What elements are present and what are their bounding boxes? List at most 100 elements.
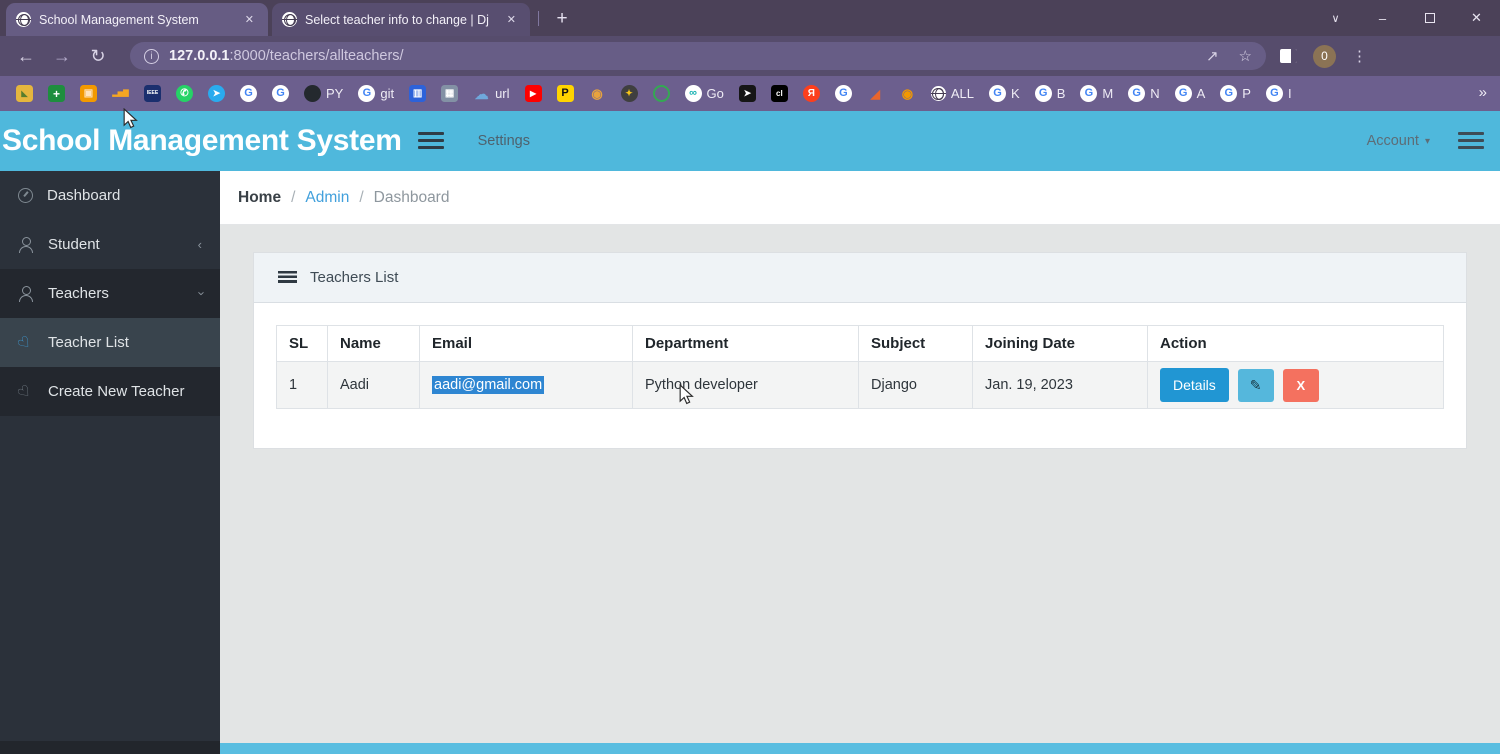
tab-school-management[interactable]: School Management System ✕ (6, 3, 268, 36)
bookmark-green-plus[interactable]: + (48, 85, 65, 102)
create-teacher-icon: ♡ (15, 381, 37, 403)
tab-title: Select teacher info to change | Dj (305, 13, 495, 27)
bookmark-youtube[interactable]: ▶ (525, 85, 542, 102)
table-header-row: SL Name Email Department Subject Joining… (277, 326, 1444, 362)
sidebar-item-label: Student (48, 236, 100, 253)
bookmark-google-3[interactable]: G (835, 85, 852, 102)
app-header: School Management System Settings Accoun… (0, 111, 1500, 171)
bookmark-ieee[interactable]: IEEE (144, 85, 161, 102)
bookmark-google-1[interactable]: G (240, 85, 257, 102)
bookmarks-overflow-icon[interactable]: » (1479, 84, 1487, 101)
bookmark-google-a[interactable]: GA (1175, 85, 1206, 102)
bookmark-google-m[interactable]: GM (1080, 85, 1113, 102)
table-row: 1 Aadi aadi@gmail.com Python developer D… (277, 362, 1444, 409)
site-info-icon[interactable]: i (144, 49, 159, 64)
close-window-button[interactable]: ✕ (1453, 0, 1500, 36)
cloud-url-icon: ☁ (473, 85, 490, 102)
bookmark-cloud-url[interactable]: ☁url (473, 85, 509, 102)
google-m-icon: G (1080, 85, 1097, 102)
bookmark-film[interactable]: ◉ (589, 85, 606, 102)
breadcrumb: Home / Admin / Dashboard (220, 171, 1500, 225)
bookmark-matlab[interactable]: ◢ (867, 85, 884, 102)
bookmark-label: M (1102, 86, 1113, 101)
delete-button[interactable]: X (1283, 369, 1320, 402)
github-py-icon (304, 85, 321, 102)
column-name: Name (328, 326, 420, 362)
share-icon[interactable]: ↗ (1206, 47, 1219, 65)
godaddy-icon: ∞ (685, 85, 702, 102)
bookmark-green-ring[interactable] (653, 85, 670, 102)
tab-close-icon[interactable]: ✕ (503, 11, 520, 28)
bookmark-cart[interactable]: ✦ (621, 85, 638, 102)
bookmark-analytics[interactable]: ▂▅▇ (112, 85, 129, 102)
tab-select-teacher[interactable]: Select teacher info to change | Dj ✕ (272, 3, 530, 36)
ieee-icon: IEEE (144, 85, 161, 102)
details-button[interactable]: Details (1160, 368, 1229, 402)
forward-icon[interactable]: → (44, 46, 80, 67)
bookmark-godaddy[interactable]: ∞ Go (685, 85, 724, 102)
bookmark-google-git[interactable]: Ggit (358, 85, 394, 102)
back-icon[interactable]: ← (8, 46, 44, 67)
profile-avatar[interactable]: 0 (1313, 45, 1336, 68)
side-panel-icon[interactable] (1280, 49, 1297, 63)
bookmark-globe-all[interactable]: ALL (931, 86, 974, 101)
app-brand-title: School Management System (2, 124, 402, 158)
sidebar: Dashboard Student ‹ Teachers ‹ ♡ Teacher… (0, 171, 220, 754)
bookmark-label: git (380, 86, 394, 101)
sidebar-item-teachers[interactable]: Teachers ‹ (0, 269, 220, 318)
cell-joining-date: Jan. 19, 2023 (973, 362, 1148, 409)
sidebar-item-label: Dashboard (47, 187, 120, 204)
cell-actions: Details ✎ X (1148, 362, 1444, 409)
bookmark-p-yellow[interactable]: P (557, 85, 574, 102)
minimize-button[interactable]: – (1359, 0, 1406, 36)
bookmark-label: Go (707, 86, 724, 101)
chevron-down-icon: ‹ (192, 291, 207, 295)
sidebar-item-student[interactable]: Student ‹ (0, 220, 220, 269)
bookmark-adsense[interactable]: ◣ (16, 85, 33, 102)
tab-favicon-globe-icon (16, 12, 31, 27)
browser-tabstrip: School Management System ✕ Select teache… (0, 0, 1500, 36)
account-dropdown[interactable]: Account ▾ (1367, 133, 1430, 149)
browser-menu-icon[interactable]: ⋮ (1352, 47, 1367, 65)
bookmark-telegram[interactable]: ➤ (208, 85, 225, 102)
tab-close-icon[interactable]: ✕ (241, 11, 258, 28)
bookmark-google-2[interactable]: G (272, 85, 289, 102)
tab-favicon-globe-icon (282, 12, 297, 27)
bookmark-google-k[interactable]: GK (989, 85, 1020, 102)
bookmark-label: A (1197, 86, 1206, 101)
column-action: Action (1148, 326, 1444, 362)
sidebar-toggle-icon[interactable] (418, 132, 444, 150)
bookmark-whatsapp[interactable]: ✆ (176, 85, 193, 102)
url-path: :8000/teachers/allteachers/ (229, 48, 403, 64)
breadcrumb-separator: / (291, 189, 295, 207)
bookmark-bank[interactable]: ▦ (441, 85, 458, 102)
bookmark-orange-app[interactable]: ▣ (80, 85, 97, 102)
restore-button[interactable] (1406, 0, 1453, 36)
edit-button[interactable]: ✎ (1238, 369, 1274, 402)
breadcrumb-home[interactable]: Home (238, 189, 281, 207)
bookmark-star-icon[interactable]: ☆ (1239, 47, 1252, 65)
bank-icon: ▦ (441, 85, 458, 102)
bookmark-google-n[interactable]: GN (1128, 85, 1159, 102)
header-menu-icon[interactable] (1458, 132, 1484, 150)
tab-search-chevron-icon[interactable]: ∨ (1312, 0, 1359, 36)
bookmark-cl[interactable]: cl (771, 85, 788, 102)
address-bar[interactable]: i 127.0.0.1:8000/teachers/allteachers/ ↗… (130, 42, 1266, 70)
bookmark-google-b[interactable]: GB (1035, 85, 1066, 102)
bookmark-eye[interactable]: ◉ (899, 85, 916, 102)
new-tab-button[interactable]: + (548, 5, 576, 33)
reload-icon[interactable]: ↻ (80, 46, 116, 67)
tab-title: School Management System (39, 13, 233, 27)
sidebar-item-dashboard[interactable]: Dashboard (0, 171, 220, 220)
sidebar-item-teacher-list[interactable]: ♡ Teacher List (0, 318, 220, 367)
breadcrumb-admin-link[interactable]: Admin (305, 189, 349, 207)
bookmark-blue-card[interactable]: ▥ (409, 85, 426, 102)
bookmark-eagle[interactable]: ➤ (739, 85, 756, 102)
teachers-table: SL Name Email Department Subject Joining… (276, 325, 1444, 409)
bookmark-github-py[interactable]: PY (304, 85, 343, 102)
sidebar-item-create-new-teacher[interactable]: ♡ Create New Teacher (0, 367, 220, 416)
bookmark-yandex[interactable]: Я (803, 85, 820, 102)
nav-settings[interactable]: Settings (478, 133, 530, 149)
bookmark-google-p[interactable]: GP (1220, 85, 1251, 102)
bookmark-google-i[interactable]: GI (1266, 85, 1292, 102)
